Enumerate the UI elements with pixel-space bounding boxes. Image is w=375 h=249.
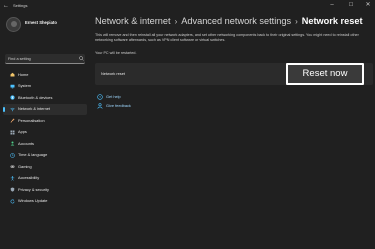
sidebar-item-label: Gaming xyxy=(18,163,32,169)
breadcrumb: Network & internet › Advanced network sett… xyxy=(95,15,363,28)
person-icon xyxy=(6,141,18,146)
sidebar-item-home[interactable]: Home xyxy=(3,69,87,81)
sidebar-item-personalisation[interactable]: Personalisation xyxy=(3,115,87,127)
wifi-icon xyxy=(6,107,18,112)
search-icon[interactable] xyxy=(79,56,84,61)
give-feedback-link[interactable]: Give feedback xyxy=(97,101,131,110)
avatar[interactable] xyxy=(6,17,21,32)
apps-icon xyxy=(6,130,18,135)
sidebar-item-label: Apps xyxy=(18,129,27,135)
sidebar-item-time-and-language[interactable]: Time & language xyxy=(3,150,87,162)
sidebar-item-privacy-and-security[interactable]: Privacy & security xyxy=(3,184,87,196)
sidebar-item-label: Privacy & security xyxy=(18,186,49,192)
user-profile[interactable]: Ernest Shepiato xyxy=(4,16,88,40)
svg-text:?: ? xyxy=(99,95,101,99)
network-reset-card: Network reset Reset now xyxy=(95,63,373,85)
profile-name: Ernest Shepiato xyxy=(25,20,57,25)
give-feedback-label[interactable]: Give feedback xyxy=(106,103,131,109)
page-title: Network reset xyxy=(301,16,363,26)
sidebar-item-label: Bluetooth & devices xyxy=(18,94,53,100)
breadcrumb-item-advanced[interactable]: Advanced network settings xyxy=(181,16,291,26)
close-button[interactable]: ✕ xyxy=(361,1,375,10)
app-title: Settings xyxy=(13,3,28,8)
sidebar-item-network-and-internet[interactable]: Network & internet xyxy=(3,103,87,115)
main-content: Network & internet › Advanced network sett… xyxy=(88,12,375,249)
breadcrumb-item-network[interactable]: Network & internet xyxy=(95,16,171,26)
globe-clock-icon xyxy=(6,153,18,158)
sidebar-item-bluetooth-and-devices[interactable]: Bluetooth & devices xyxy=(3,92,87,104)
sidebar-item-gaming[interactable]: Gaming xyxy=(3,161,87,173)
minimize-button[interactable]: – xyxy=(325,1,339,10)
breadcrumb-separator: › xyxy=(295,17,298,26)
shield-icon xyxy=(6,187,18,192)
sidebar: Ernest Shepiato Home System Bluetooth & de… xyxy=(0,12,88,249)
sidebar-item-label: Accessibility xyxy=(18,175,40,181)
home-icon xyxy=(6,72,18,77)
monitor-icon xyxy=(6,84,18,89)
update-icon xyxy=(6,199,18,204)
sidebar-item-label: Accounts xyxy=(18,140,35,146)
help-icon: ? xyxy=(97,93,103,100)
reset-now-button[interactable]: Reset now xyxy=(286,63,364,85)
restart-note: Your PC will be restarted. xyxy=(95,51,137,55)
breadcrumb-separator: › xyxy=(174,17,178,26)
settings-window: ← Settings – ☐ ✕ Ernest Shepiato Home Sys… xyxy=(0,0,375,249)
sidebar-item-label: Home xyxy=(18,71,29,77)
sidebar-item-label: Personalisation xyxy=(18,117,45,123)
title-bar: ← Settings – ☐ ✕ xyxy=(0,0,375,12)
sidebar-item-apps[interactable]: Apps xyxy=(3,127,87,139)
sidebar-item-windows-update[interactable]: Windows Update xyxy=(3,196,87,208)
feedback-icon xyxy=(97,102,103,109)
maximize-button[interactable]: ☐ xyxy=(344,1,358,10)
bluetooth-icon xyxy=(6,95,18,100)
sidebar-item-system[interactable]: System xyxy=(3,81,87,93)
get-help-label[interactable]: Get help xyxy=(106,94,121,100)
back-arrow-icon[interactable]: ← xyxy=(3,2,9,10)
sidebar-item-accessibility[interactable]: Accessibility xyxy=(3,173,87,185)
sidebar-item-accounts[interactable]: Accounts xyxy=(3,138,87,150)
search-box[interactable] xyxy=(5,54,85,64)
sidebar-item-label: System xyxy=(18,83,31,89)
sidebar-item-label: Time & language xyxy=(18,152,48,158)
accessibility-icon xyxy=(6,176,18,181)
sidebar-item-label: Windows Update xyxy=(18,198,48,204)
sidebar-item-label: Network & internet xyxy=(18,106,51,112)
description-text: This will remove and then reinstall all … xyxy=(95,33,359,43)
get-help-link[interactable]: ? Get help xyxy=(97,92,131,101)
search-input[interactable] xyxy=(8,56,68,62)
gamepad-icon xyxy=(6,164,18,169)
help-links: ? Get help Give feedback xyxy=(97,92,131,110)
sidebar-nav: Home System Bluetooth & devices Network & i… xyxy=(3,69,87,207)
card-label: Network reset xyxy=(101,71,125,76)
brush-icon xyxy=(6,118,18,123)
